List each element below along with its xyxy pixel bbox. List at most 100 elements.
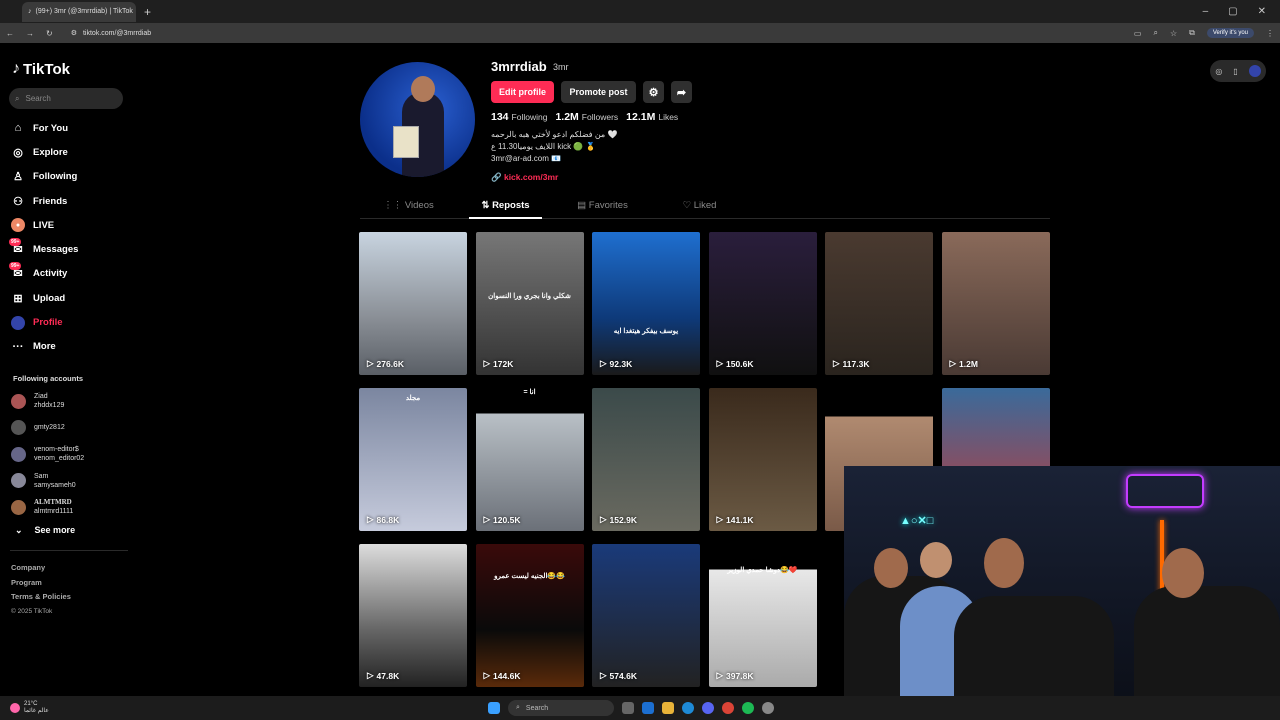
- outlook-icon[interactable]: [642, 702, 654, 714]
- tab-title: (99+) 3mr (@3mrrdiab) | TikTok: [35, 8, 133, 15]
- messages-icon: ✉ 99+: [9, 237, 23, 257]
- bookmark-star-icon[interactable]: ☆: [1170, 29, 1177, 38]
- sidebar-item-upload[interactable]: ⊞ Upload: [11, 286, 126, 310]
- account-item[interactable]: ALMTMRD almtmrd1111: [11, 494, 126, 521]
- close-window-icon[interactable]: ✕: [1258, 6, 1266, 17]
- windows-taskbar: 21°C عالم غائما ⌕ Search: [0, 696, 1280, 720]
- bio-line: اللايف يوميا11.30 ع kick 🟢 🥇: [491, 142, 596, 151]
- weather-widget[interactable]: 21°C عالم غائما: [10, 701, 49, 715]
- view-count-value: 574.6K: [609, 670, 637, 681]
- tab-favorites[interactable]: ▤ Favorites: [554, 195, 651, 218]
- video-tile[interactable]: ▷ 117.3K: [825, 232, 933, 375]
- edge-icon[interactable]: [682, 702, 694, 714]
- video-tile[interactable]: ▷ 1.2M: [941, 232, 1050, 375]
- account-item[interactable]: venom-editor$ venom_editor02: [11, 441, 126, 468]
- minimize-icon[interactable]: –: [1203, 6, 1209, 17]
- profile-avatar[interactable]: [360, 62, 475, 177]
- footer-link-company[interactable]: Company: [11, 561, 71, 576]
- promote-post-button[interactable]: Promote post: [561, 81, 636, 103]
- verify-button[interactable]: Verify it's you: [1206, 28, 1254, 38]
- account-item[interactable]: Ziad zhddx129: [11, 388, 126, 415]
- tab-videos[interactable]: ⋮⋮ Videos: [360, 195, 457, 218]
- sidebar-item-live[interactable]: ● LIVE: [11, 213, 126, 237]
- play-icon: ▷: [367, 514, 374, 524]
- webcam-overlay: ▲○✕□: [844, 466, 1280, 720]
- video-tile[interactable]: يوسف بيفكر هيتغدا ايه ▷ 92.3K: [592, 232, 700, 375]
- user-follow-icon: ♙: [13, 171, 23, 184]
- site-info-icon[interactable]: ⚙: [71, 29, 77, 37]
- footer-link-program[interactable]: Program: [11, 576, 71, 591]
- sidebar-item-more[interactable]: ··· More: [11, 335, 126, 359]
- browser-tab[interactable]: ♪ (99+) 3mr (@3mrrdiab) | TikTok ✕: [22, 1, 136, 22]
- install-app-icon[interactable]: ▭: [1134, 29, 1142, 38]
- url-field[interactable]: ⚙ tiktok.com/@3mrrdiab: [71, 29, 151, 38]
- new-tab-button[interactable]: +: [144, 5, 151, 19]
- video-tile[interactable]: شكلي وانا بجري ورا النسوان ▷ 172K: [475, 232, 584, 375]
- see-more-button[interactable]: ⌄ See more: [15, 525, 75, 536]
- view-count-value: 92.3K: [609, 358, 633, 369]
- spotify-icon[interactable]: [742, 702, 754, 714]
- taskbar-search[interactable]: ⌕ Search: [508, 700, 614, 716]
- discord-icon[interactable]: [702, 702, 714, 714]
- avatar[interactable]: [1248, 65, 1261, 77]
- video-tile[interactable]: ▷ 141.1K: [708, 388, 817, 531]
- video-tile[interactable]: ▷ 47.8K: [359, 544, 467, 687]
- weather-temp: 21°C: [24, 701, 38, 707]
- reload-icon[interactable]: ↻: [46, 29, 53, 38]
- play-icon: ▷: [367, 670, 374, 680]
- back-icon[interactable]: ←: [6, 29, 14, 38]
- video-tile[interactable]: دوشا حمدي الوزير😂❤️ ▷ 397.8K: [708, 544, 817, 687]
- chrome-icon[interactable]: [722, 702, 734, 714]
- video-tile[interactable]: مجلد ▷ 86.8K: [359, 388, 467, 531]
- video-tile[interactable]: ▷ 276.6K: [359, 232, 467, 375]
- sidebar-item-profile[interactable]: Profile: [11, 310, 126, 334]
- task-view-icon[interactable]: [622, 702, 634, 714]
- tiktok-favicon-icon: ♪: [28, 8, 32, 15]
- browser-menu-icon[interactable]: ⋮: [1266, 29, 1274, 38]
- view-count-value: 120.5K: [493, 514, 521, 525]
- tab-liked[interactable]: ♡ Liked: [651, 195, 748, 218]
- sidebar-item-for-you[interactable]: ⌂ For You: [11, 116, 126, 140]
- profile-link[interactable]: 🔗 kick.com/3mr: [491, 172, 558, 183]
- chevron-down-icon: ⌄: [15, 525, 23, 535]
- top-right-actions: ◎ ▯: [1210, 60, 1266, 82]
- following-stat[interactable]: 134 Following: [491, 111, 547, 123]
- forward-icon[interactable]: →: [26, 29, 34, 38]
- file-explorer-icon[interactable]: [662, 702, 674, 714]
- tab-label: Videos: [404, 200, 434, 211]
- footer-link-terms[interactable]: Terms & Policies: [11, 590, 71, 605]
- search-input[interactable]: ⌕ Search: [9, 88, 123, 109]
- sidebar-item-messages[interactable]: ✉ 99+ Messages: [9, 237, 126, 261]
- device-icon[interactable]: ▯: [1233, 67, 1237, 76]
- play-icon: ▷: [716, 514, 724, 524]
- zoom-icon[interactable]: ⌕: [1153, 28, 1157, 38]
- video-tile[interactable]: = انا ▷ 120.5K: [475, 388, 584, 531]
- view-count: ▷ 47.8K: [367, 670, 399, 681]
- sidebar-item-activity[interactable]: ✉ 99+ Activity: [9, 261, 126, 286]
- video-tile[interactable]: ▷ 152.9K: [592, 388, 700, 531]
- view-count-value: 172K: [493, 358, 514, 369]
- likes-count: 12.1M: [626, 111, 656, 123]
- account-item[interactable]: Sam samysameh0: [11, 468, 126, 495]
- sidebar-item-friends[interactable]: ⚇ Friends: [11, 189, 126, 213]
- video-tile[interactable]: ▷ 150.6K: [708, 232, 817, 375]
- extensions-icon[interactable]: ⧉: [1189, 28, 1195, 38]
- video-tile[interactable]: الجنيه ليست عمرو😂😂 ▷ 144.6K: [475, 544, 584, 687]
- settings-button[interactable]: ⚙: [643, 81, 664, 103]
- edit-profile-button[interactable]: Edit profile: [491, 81, 554, 103]
- sidebar-item-label: For You: [33, 122, 69, 134]
- compass-icon[interactable]: ◎: [1215, 67, 1222, 76]
- tiktok-logo[interactable]: ♪ TikTok: [12, 60, 70, 78]
- video-tile[interactable]: ▷ 574.6K: [592, 544, 700, 687]
- sidebar-item-label: Messages: [33, 244, 79, 256]
- share-button[interactable]: ➦: [671, 81, 692, 103]
- tab-reposts[interactable]: ⇅ Reposts: [457, 195, 554, 219]
- app-icon[interactable]: [762, 702, 774, 714]
- maximize-icon[interactable]: ▢: [1228, 6, 1237, 17]
- sidebar-item-following[interactable]: ♙ Following: [11, 165, 126, 189]
- account-item[interactable]: gmty2812: [11, 415, 126, 442]
- sidebar-item-explore[interactable]: ◎ Explore: [11, 140, 126, 164]
- windows-start-icon[interactable]: [488, 702, 500, 714]
- view-count: ▷ 141.1K: [717, 514, 754, 525]
- followers-stat[interactable]: 1.2M Followers: [555, 111, 618, 123]
